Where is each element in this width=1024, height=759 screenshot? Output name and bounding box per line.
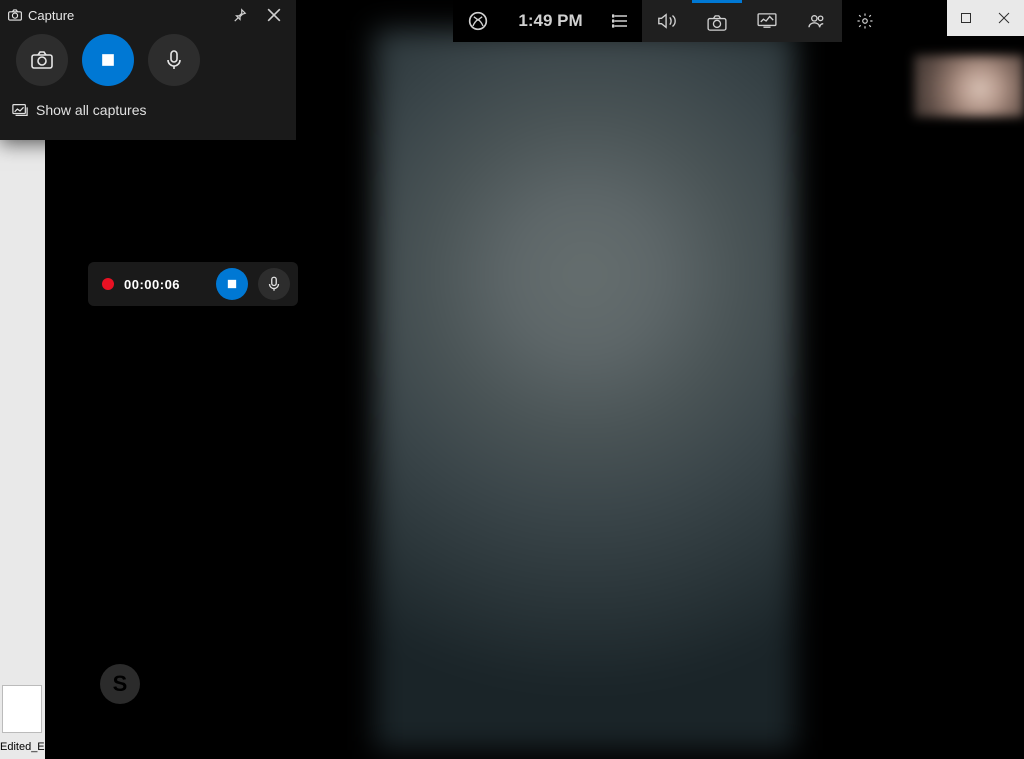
main-video-feed — [375, 30, 795, 750]
stop-icon — [101, 53, 115, 67]
desktop-file-label[interactable]: Edited_E — [0, 741, 45, 753]
gamebar-settings-button[interactable] — [842, 0, 888, 42]
capture-widget-header[interactable]: Capture — [0, 0, 296, 30]
show-all-captures-link[interactable]: Show all captures — [0, 92, 296, 128]
recording-elapsed-time: 00:00:06 — [124, 277, 206, 292]
skype-logo-badge: S — [100, 664, 140, 704]
widgets-menu-button[interactable] — [598, 0, 642, 42]
close-capture-button[interactable] — [260, 1, 288, 29]
camera-icon — [31, 51, 53, 69]
gallery-icon — [12, 103, 28, 117]
pill-stop-button[interactable] — [216, 268, 248, 300]
xbox-game-bar: 1:49 PM — [453, 0, 947, 42]
close-button[interactable] — [985, 0, 1023, 36]
capture-widget-title: Capture — [28, 8, 74, 23]
capture-button-row — [0, 30, 296, 92]
maximize-icon — [960, 12, 972, 24]
close-icon — [267, 8, 281, 22]
capture-widget-panel: Capture — [0, 0, 296, 140]
show-all-captures-label: Show all captures — [36, 102, 147, 118]
microphone-icon — [268, 276, 280, 292]
xbox-button[interactable] — [453, 0, 503, 42]
people-icon — [807, 13, 827, 29]
stop-icon — [227, 279, 237, 289]
close-icon — [998, 12, 1010, 24]
pill-microphone-button[interactable] — [258, 268, 290, 300]
desktop-background: Edited_E — [0, 140, 45, 759]
stop-recording-button[interactable] — [82, 34, 134, 86]
camera-icon — [8, 9, 22, 21]
speaker-icon — [657, 12, 677, 30]
camera-icon — [707, 15, 727, 31]
self-preview-video[interactable] — [914, 55, 1024, 117]
recording-indicator-icon — [102, 278, 114, 290]
desktop-folder-placeholder[interactable] — [2, 144, 42, 204]
gamebar-clock: 1:49 PM — [503, 0, 598, 42]
recording-status-pill[interactable]: 00:00:06 — [88, 262, 298, 306]
performance-widget-button[interactable] — [742, 0, 792, 42]
gear-icon — [856, 12, 874, 30]
maximize-button[interactable] — [947, 0, 985, 36]
microphone-toggle-button[interactable] — [148, 34, 200, 86]
performance-icon — [757, 13, 777, 29]
capture-widget-button[interactable] — [692, 0, 742, 42]
screenshot-button[interactable] — [16, 34, 68, 86]
desktop-file-thumbnail[interactable] — [2, 685, 42, 733]
social-widget-button[interactable] — [792, 0, 842, 42]
menu-list-icon — [612, 14, 628, 28]
audio-widget-button[interactable] — [642, 0, 692, 42]
pin-icon — [233, 8, 247, 22]
microphone-icon — [166, 50, 182, 70]
window-caption-buttons — [947, 0, 1024, 36]
pin-button[interactable] — [226, 1, 254, 29]
xbox-icon — [468, 11, 488, 31]
